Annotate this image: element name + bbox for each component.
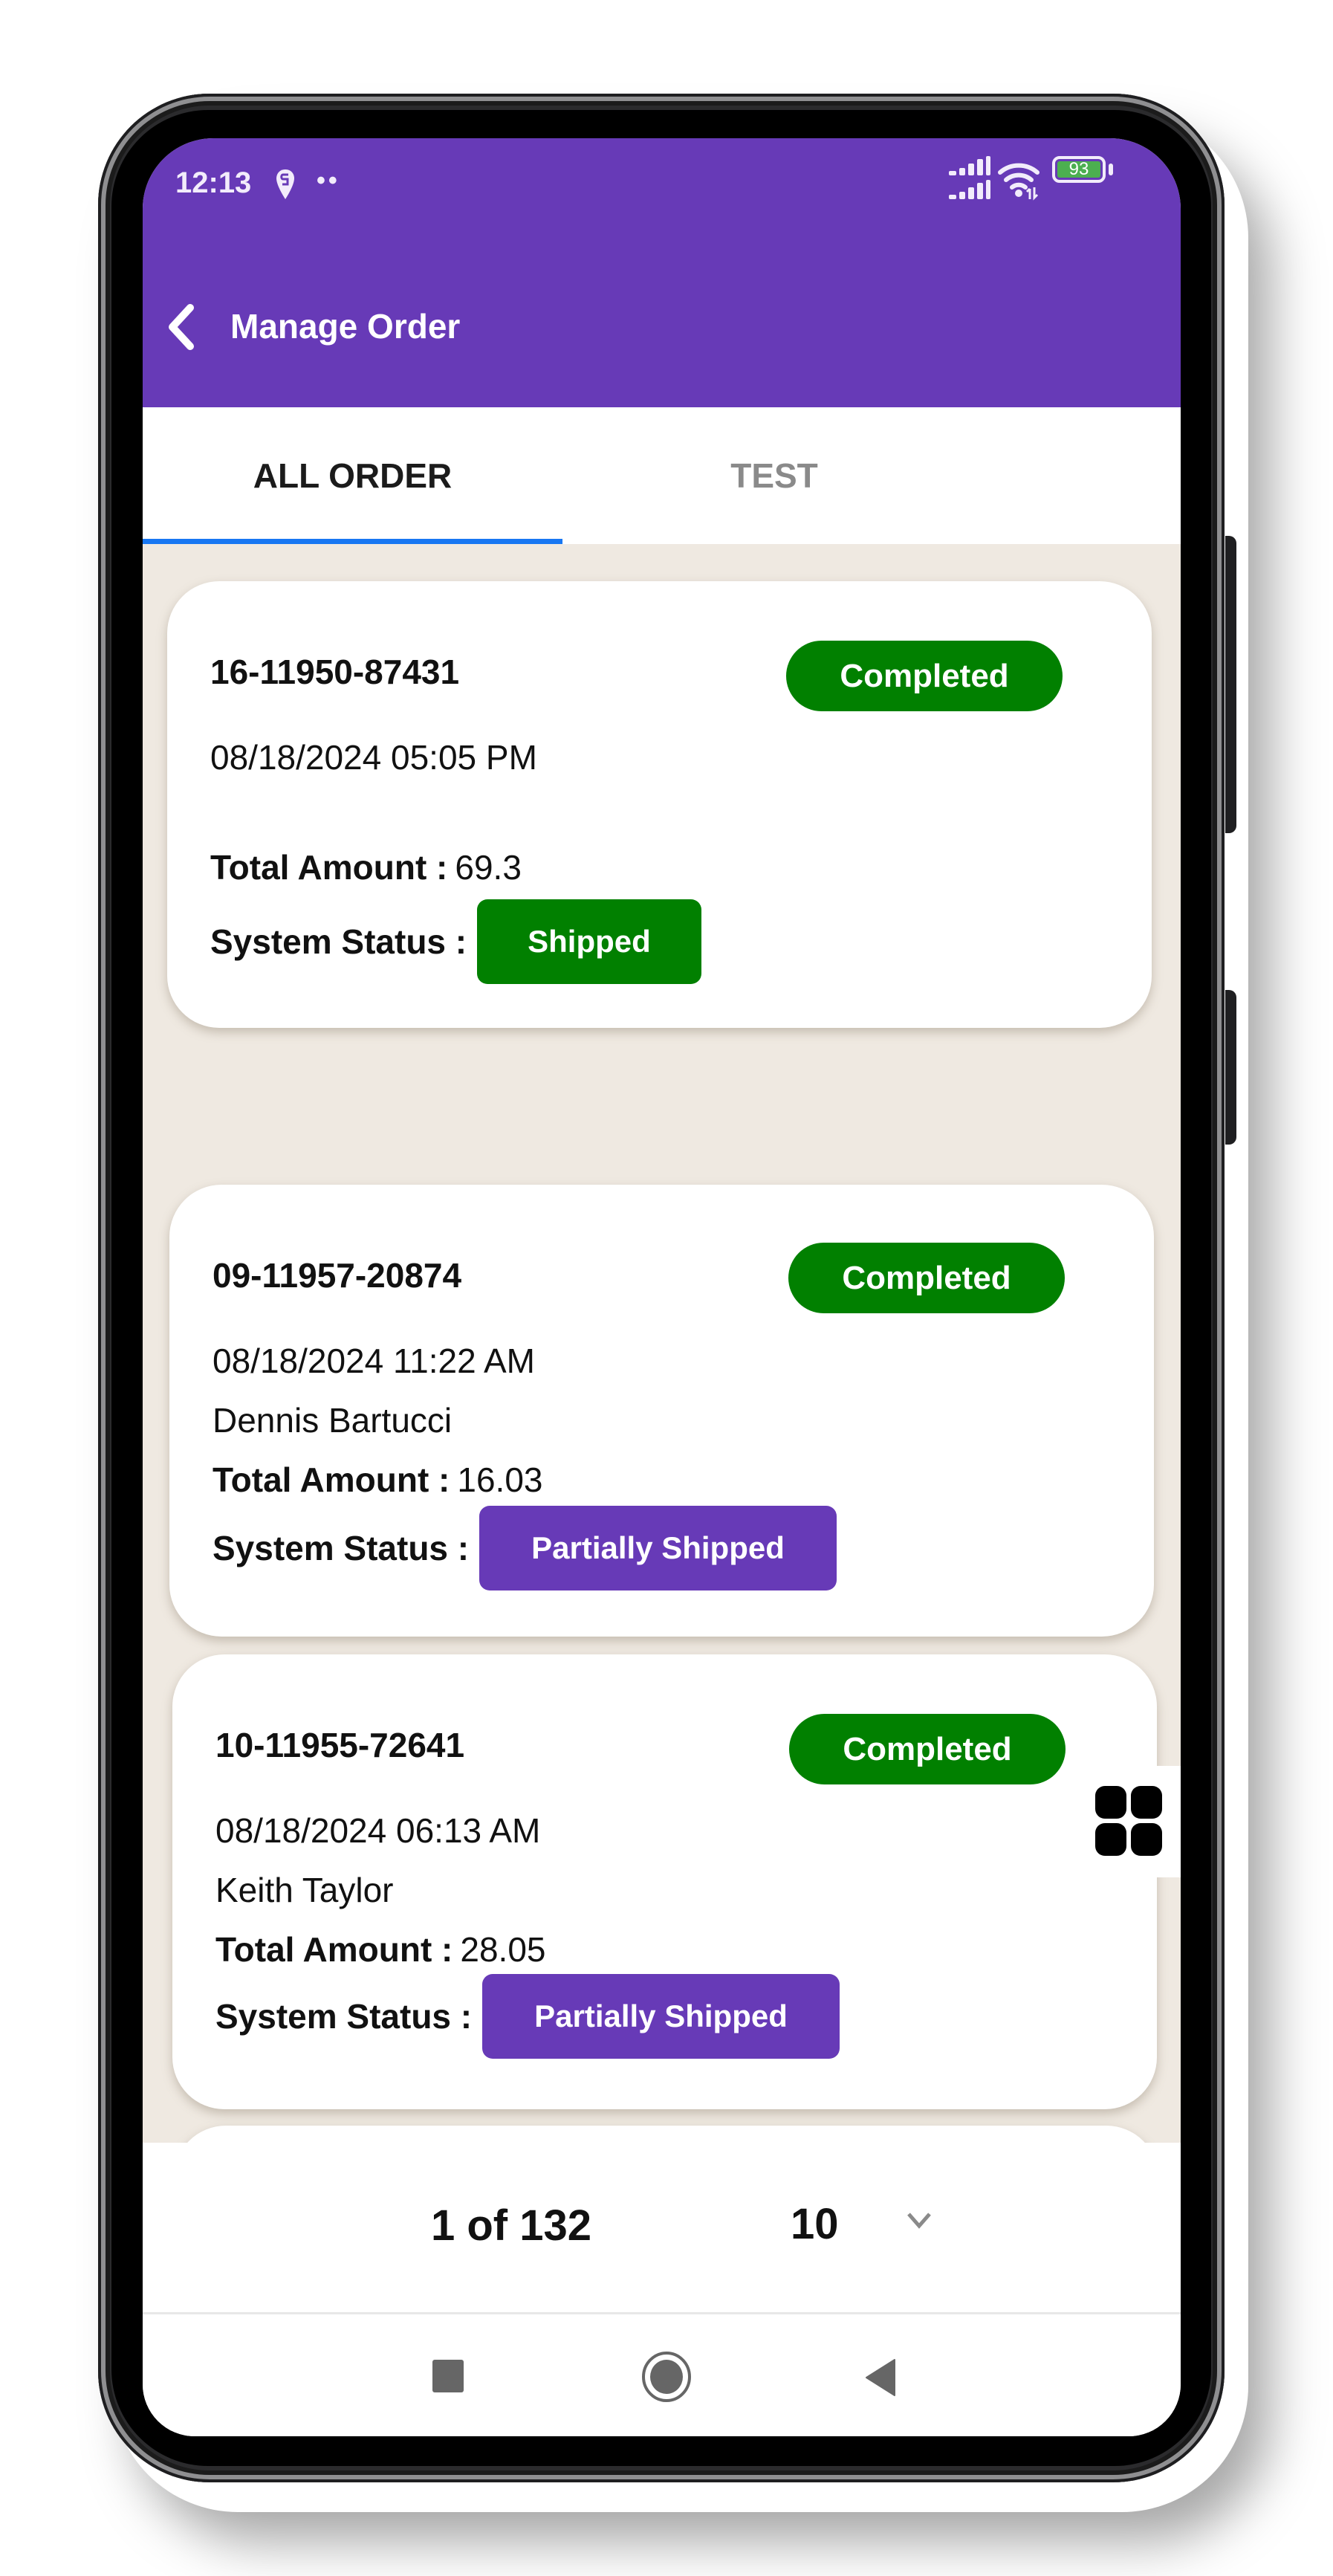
phone-screen: 12:13 •• 93 Manage Order ALL ORDER TEST … — [143, 138, 1181, 2436]
system-status-badge: Partially Shipped — [482, 1974, 840, 2059]
total-amount-label: Total Amount : — [213, 1460, 450, 1499]
order-date: 08/18/2024 06:13 AM — [215, 1811, 541, 1850]
system-status-label: System Status : — [213, 1529, 470, 1567]
battery-icon: 93 — [1052, 156, 1116, 187]
app-bar: 12:13 •• 93 Manage Order — [143, 138, 1181, 407]
order-status-badge: Completed — [786, 641, 1063, 711]
volume-button — [1225, 536, 1236, 833]
page-title: Manage Order — [230, 307, 461, 346]
home-circle-icon — [642, 2352, 691, 2402]
back-nav-button[interactable] — [865, 2358, 896, 2401]
tab-all-order[interactable]: ALL ORDER — [143, 407, 562, 544]
system-status-value: Shipped — [528, 924, 651, 959]
swiggy-app-icon — [276, 169, 294, 199]
battery-level: 93 — [1068, 159, 1089, 179]
total-amount-value: 28.05 — [460, 1930, 546, 1969]
tab-test[interactable]: TEST — [562, 407, 986, 544]
order-date: 08/18/2024 11:22 AM — [213, 1342, 535, 1380]
system-nav-bar — [143, 2314, 1181, 2436]
order-status-label: Completed — [843, 1730, 1012, 1767]
order-list[interactable]: 16-11950-87431 Completed 08/18/2024 05:0… — [143, 544, 1181, 2143]
system-status-row: System Status : Partially Shipped — [213, 1506, 837, 1590]
order-status-label: Completed — [840, 657, 1009, 694]
system-status-value: Partially Shipped — [534, 1999, 788, 2033]
order-card[interactable]: 09-11957-20874 Completed 08/18/2024 11:2… — [169, 1185, 1154, 1637]
order-status-label: Completed — [842, 1259, 1011, 1296]
order-status-badge: Completed — [788, 1243, 1065, 1313]
total-amount-label: Total Amount : — [210, 848, 448, 887]
total-amount-value: 69.3 — [455, 848, 522, 887]
chevron-down-icon[interactable] — [904, 2210, 934, 2232]
total-amount-row: Total Amount : 69.3 — [210, 847, 522, 887]
page-size-select[interactable]: 10 — [791, 2199, 839, 2249]
home-button[interactable] — [642, 2352, 691, 2406]
pagination-bar: 1 of 132 10 — [143, 2143, 1181, 2314]
total-amount-value: 16.03 — [457, 1460, 543, 1499]
system-status-label: System Status : — [215, 1997, 473, 2036]
customer-name: Keith Taylor — [215, 1871, 394, 1909]
notification-dots: •• — [317, 166, 340, 195]
system-status-value: Partially Shipped — [531, 1530, 785, 1565]
total-amount-row: Total Amount : 28.05 — [215, 1929, 546, 1970]
page-info: 1 of 132 — [431, 2201, 591, 2250]
wifi-icon — [998, 163, 1040, 201]
order-card[interactable]: 10-11955-72641 Completed 08/18/2024 06:1… — [172, 1654, 1157, 2109]
order-card[interactable]: 16-11950-87431 Completed 08/18/2024 05:0… — [167, 581, 1152, 1028]
back-triangle-icon — [866, 2359, 895, 2396]
system-status-row: System Status : Partially Shipped — [215, 1974, 840, 2059]
total-amount-label: Total Amount : — [215, 1930, 453, 1969]
recents-square-icon — [432, 2360, 464, 2392]
order-date: 08/18/2024 05:05 PM — [210, 738, 537, 777]
order-status-badge: Completed — [789, 1714, 1066, 1784]
back-button[interactable] — [163, 303, 199, 351]
tab-label: ALL ORDER — [253, 456, 453, 495]
order-id: 16-11950-87431 — [210, 653, 460, 691]
system-status-row: System Status : Shipped — [210, 899, 701, 984]
order-id: 10-11955-72641 — [215, 1726, 465, 1764]
status-time: 12:13 — [175, 166, 252, 199]
grid-menu-icon — [1095, 1786, 1162, 1856]
tab-bar: ALL ORDER TEST — [143, 407, 1181, 546]
system-status-badge: Shipped — [477, 899, 701, 984]
system-status-badge: Partially Shipped — [479, 1506, 837, 1590]
dual-signal-icon — [949, 156, 990, 199]
order-id: 09-11957-20874 — [213, 1256, 462, 1295]
customer-name: Dennis Bartucci — [213, 1401, 453, 1440]
chevron-left-icon — [169, 304, 194, 350]
order-card[interactable]: 14-11951-36492 Completed — [174, 2126, 1158, 2143]
power-button — [1225, 990, 1236, 1145]
tab-label: TEST — [730, 456, 818, 495]
grid-menu-button[interactable] — [1077, 1766, 1181, 1877]
total-amount-row: Total Amount : 16.03 — [213, 1460, 543, 1500]
system-status-label: System Status : — [210, 922, 467, 961]
recents-button[interactable] — [432, 2360, 464, 2396]
